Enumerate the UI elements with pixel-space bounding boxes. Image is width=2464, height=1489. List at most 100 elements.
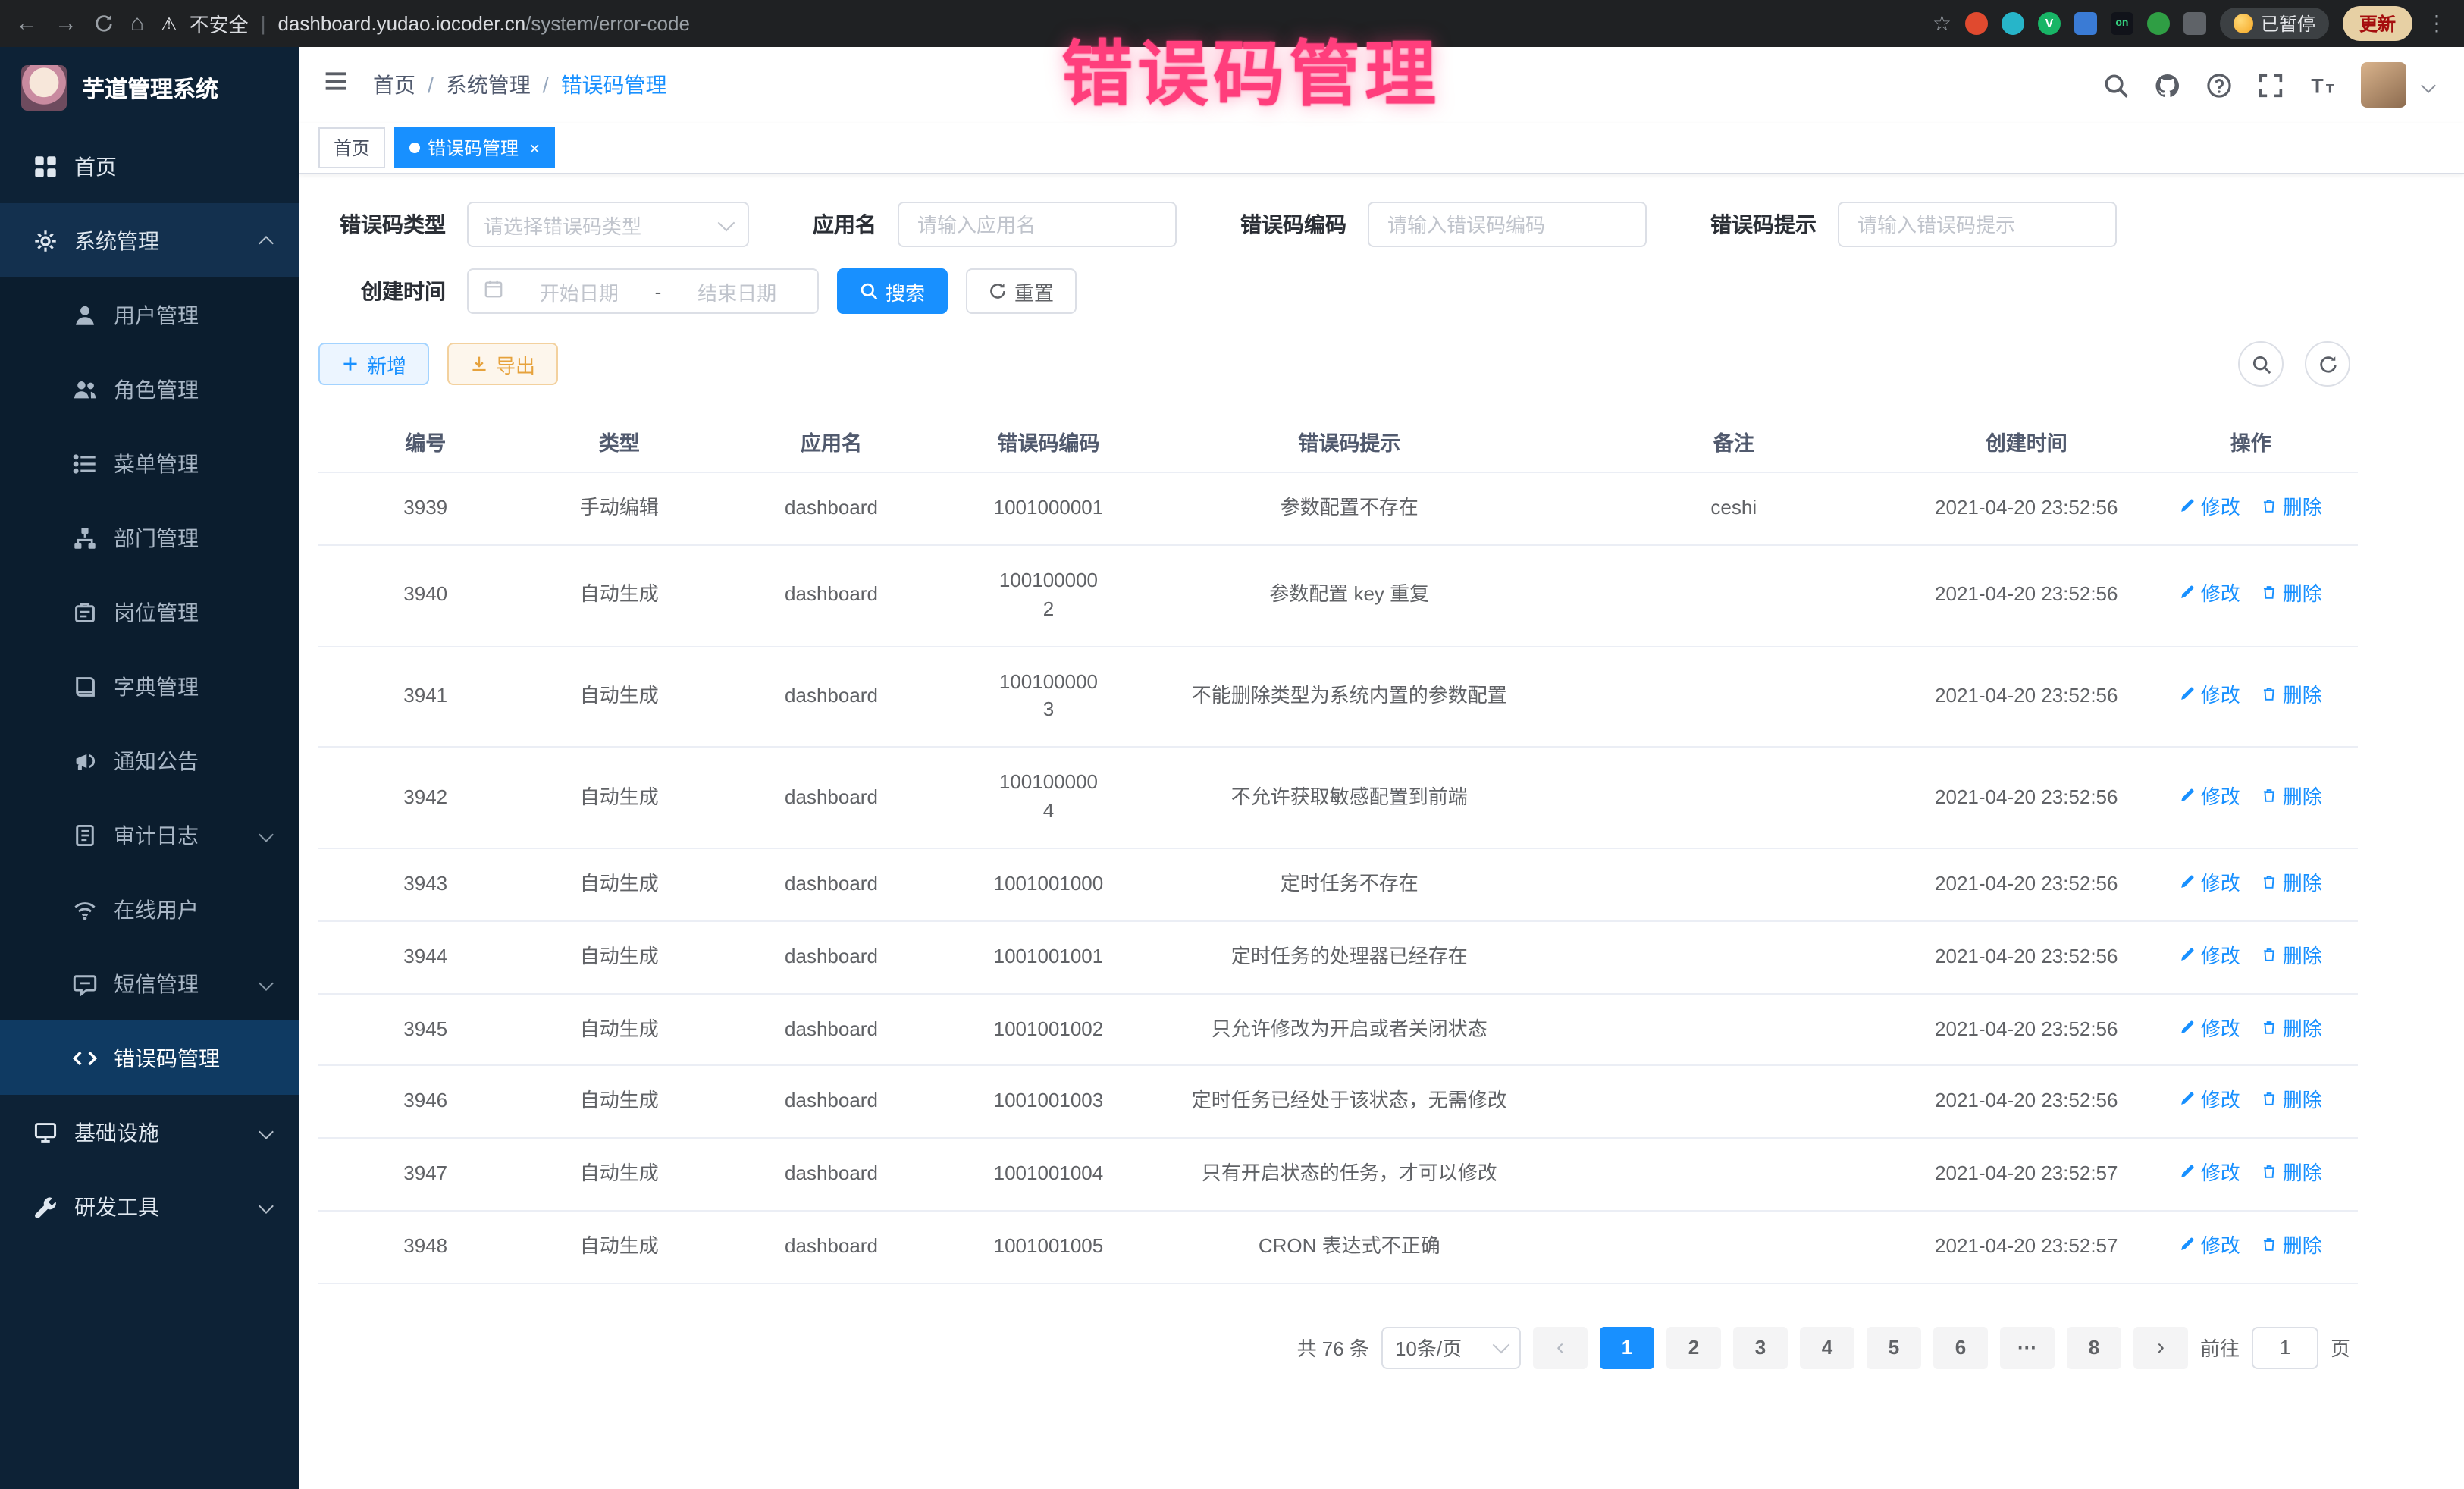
sidebar-item-depts[interactable]: 部门管理 [0,500,299,575]
prev-page-button[interactable]: ‹ [1533,1327,1588,1369]
font-size-icon[interactable]: TT [2309,72,2335,98]
page-button-1[interactable]: 1 [1600,1327,1654,1369]
goto-page-input[interactable] [2252,1327,2318,1369]
sidebar-item-sms[interactable]: 短信管理 [0,946,299,1020]
breadcrumb-item: 错误码管理 [561,70,667,100]
delete-link[interactable]: 删除 [2262,1088,2322,1117]
logo-image [21,65,67,111]
page-button-3[interactable]: 3 [1733,1327,1788,1369]
page-button-5[interactable]: 5 [1867,1327,1921,1369]
page-button-6[interactable]: 6 [1933,1327,1988,1369]
sidebar-item-dicts[interactable]: 字典管理 [0,649,299,723]
ext-vpn-on-icon[interactable]: on [2111,12,2133,35]
breadcrumb-item[interactable]: 首页 [373,70,415,100]
delete-link[interactable]: 删除 [2262,494,2322,523]
sidebar-item-users[interactable]: 用户管理 [0,277,299,352]
edit-link-label: 修改 [2201,581,2240,610]
error-code-input[interactable] [1384,212,1630,237]
sidebar-item-posts[interactable]: 岗位管理 [0,575,299,649]
sidebar-item-audit-logs[interactable]: 审计日志 [0,798,299,872]
sidebar-item-menus[interactable]: 菜单管理 [0,426,299,500]
sidebar-item-system[interactable]: 系统管理 [0,203,299,277]
help-icon[interactable] [2206,72,2232,98]
app-name-input[interactable] [914,212,1160,237]
delete-link[interactable]: 删除 [2262,1161,2322,1190]
avatar[interactable] [2361,62,2406,108]
edit-link[interactable]: 修改 [2180,1161,2240,1190]
edit-link[interactable]: 修改 [2180,943,2240,972]
sidebar-item-infra[interactable]: 基础设施 [0,1095,299,1169]
reload-icon[interactable] [94,12,114,35]
forward-icon[interactable]: → [55,12,77,35]
page-button-2[interactable]: 2 [1666,1327,1721,1369]
edit-link[interactable]: 修改 [2180,682,2240,711]
edit-link-label: 修改 [2201,870,2240,899]
ext-blue-grid-icon[interactable] [2074,12,2097,35]
ext-teal-icon[interactable] [2002,12,2024,35]
delete-link[interactable]: 删除 [2262,943,2322,972]
active-tab-dot [409,143,420,153]
sidebar-item-online-users[interactable]: 在线用户 [0,872,299,946]
ext-leaf-icon[interactable] [2147,12,2170,35]
edit-link[interactable]: 修改 [2180,581,2240,610]
edit-link[interactable]: 修改 [2180,783,2240,812]
fullscreen-icon[interactable] [2258,72,2284,98]
delete-link[interactable]: 删除 [2262,682,2322,711]
export-button[interactable]: 导出 [447,343,558,385]
github-icon[interactable] [2155,72,2180,98]
cell-time: 2021-04-20 23:52:56 [1909,472,2143,545]
error-hint-input[interactable] [1854,212,2100,237]
page-button-4[interactable]: 4 [1800,1327,1854,1369]
edit-link[interactable]: 修改 [2180,1088,2240,1117]
date-range-picker[interactable]: 开始日期 - 结束日期 [467,268,819,314]
update-button[interactable]: 更新 [2343,6,2412,41]
error-type-select[interactable]: 请选择错误码类型 [467,202,749,247]
search-icon[interactable] [2103,72,2129,98]
delete-link[interactable]: 删除 [2262,783,2322,812]
edit-link[interactable]: 修改 [2180,870,2240,899]
delete-link[interactable]: 删除 [2262,870,2322,899]
cell-app: dashboard [706,1066,957,1139]
toggle-search-icon[interactable] [2238,341,2284,387]
sidebar-item-error-codes[interactable]: 错误码管理 [0,1020,299,1095]
breadcrumb-item[interactable]: 系统管理 [446,70,531,100]
hamburger-icon[interactable] [323,68,349,102]
home-icon[interactable]: ⌂ [130,12,144,35]
sidebar-item-roles[interactable]: 角色管理 [0,352,299,426]
delete-link[interactable]: 删除 [2262,1015,2322,1044]
sidebar-item-dev-tools[interactable]: 研发工具 [0,1169,299,1243]
reset-button[interactable]: 重置 [966,268,1077,314]
delete-icon [2262,783,2278,812]
filter-app-label: 应用名 [813,209,876,240]
refresh-icon[interactable] [2305,341,2350,387]
logo[interactable]: 芋道管理系统 [0,47,299,129]
page-button-8[interactable]: 8 [2067,1327,2121,1369]
delete-link[interactable]: 删除 [2262,581,2322,610]
puzzle-icon[interactable] [2183,12,2206,35]
ext-green-v-icon[interactable]: V [2038,12,2061,35]
edit-link[interactable]: 修改 [2180,1015,2240,1044]
tab-错误码管理[interactable]: 错误码管理× [394,127,555,168]
chevron-down-icon[interactable] [2421,77,2436,92]
tab-首页[interactable]: 首页 [318,127,385,168]
delete-link[interactable]: 删除 [2262,1233,2322,1262]
cell-code: 1001000001 [957,472,1140,545]
delete-icon [2262,581,2278,610]
page-size-select[interactable]: 10条/页 [1381,1327,1521,1369]
edit-link[interactable]: 修改 [2180,1233,2240,1262]
paused-badge[interactable]: 已暂停 [2220,8,2329,39]
column-header: 备注 [1558,411,1909,472]
bookmark-star-icon[interactable]: ☆ [1933,11,1951,36]
next-page-button[interactable]: › [2133,1327,2188,1369]
sidebar-item-home[interactable]: 首页 [0,129,299,203]
edit-link[interactable]: 修改 [2180,494,2240,523]
sidebar-item-notices[interactable]: 通知公告 [0,723,299,798]
address-bar[interactable]: ⚠ 不安全 | dashboard.yudao.iocoder.cn/syste… [161,9,690,38]
add-button[interactable]: 新增 [318,343,429,385]
org-icon [73,525,97,550]
close-icon[interactable]: × [529,137,540,158]
ext-red-icon[interactable] [1965,12,1988,35]
back-icon[interactable]: ← [15,12,38,35]
search-button[interactable]: 搜索 [837,268,948,314]
browser-menu-icon[interactable]: ⋮ [2426,11,2449,36]
